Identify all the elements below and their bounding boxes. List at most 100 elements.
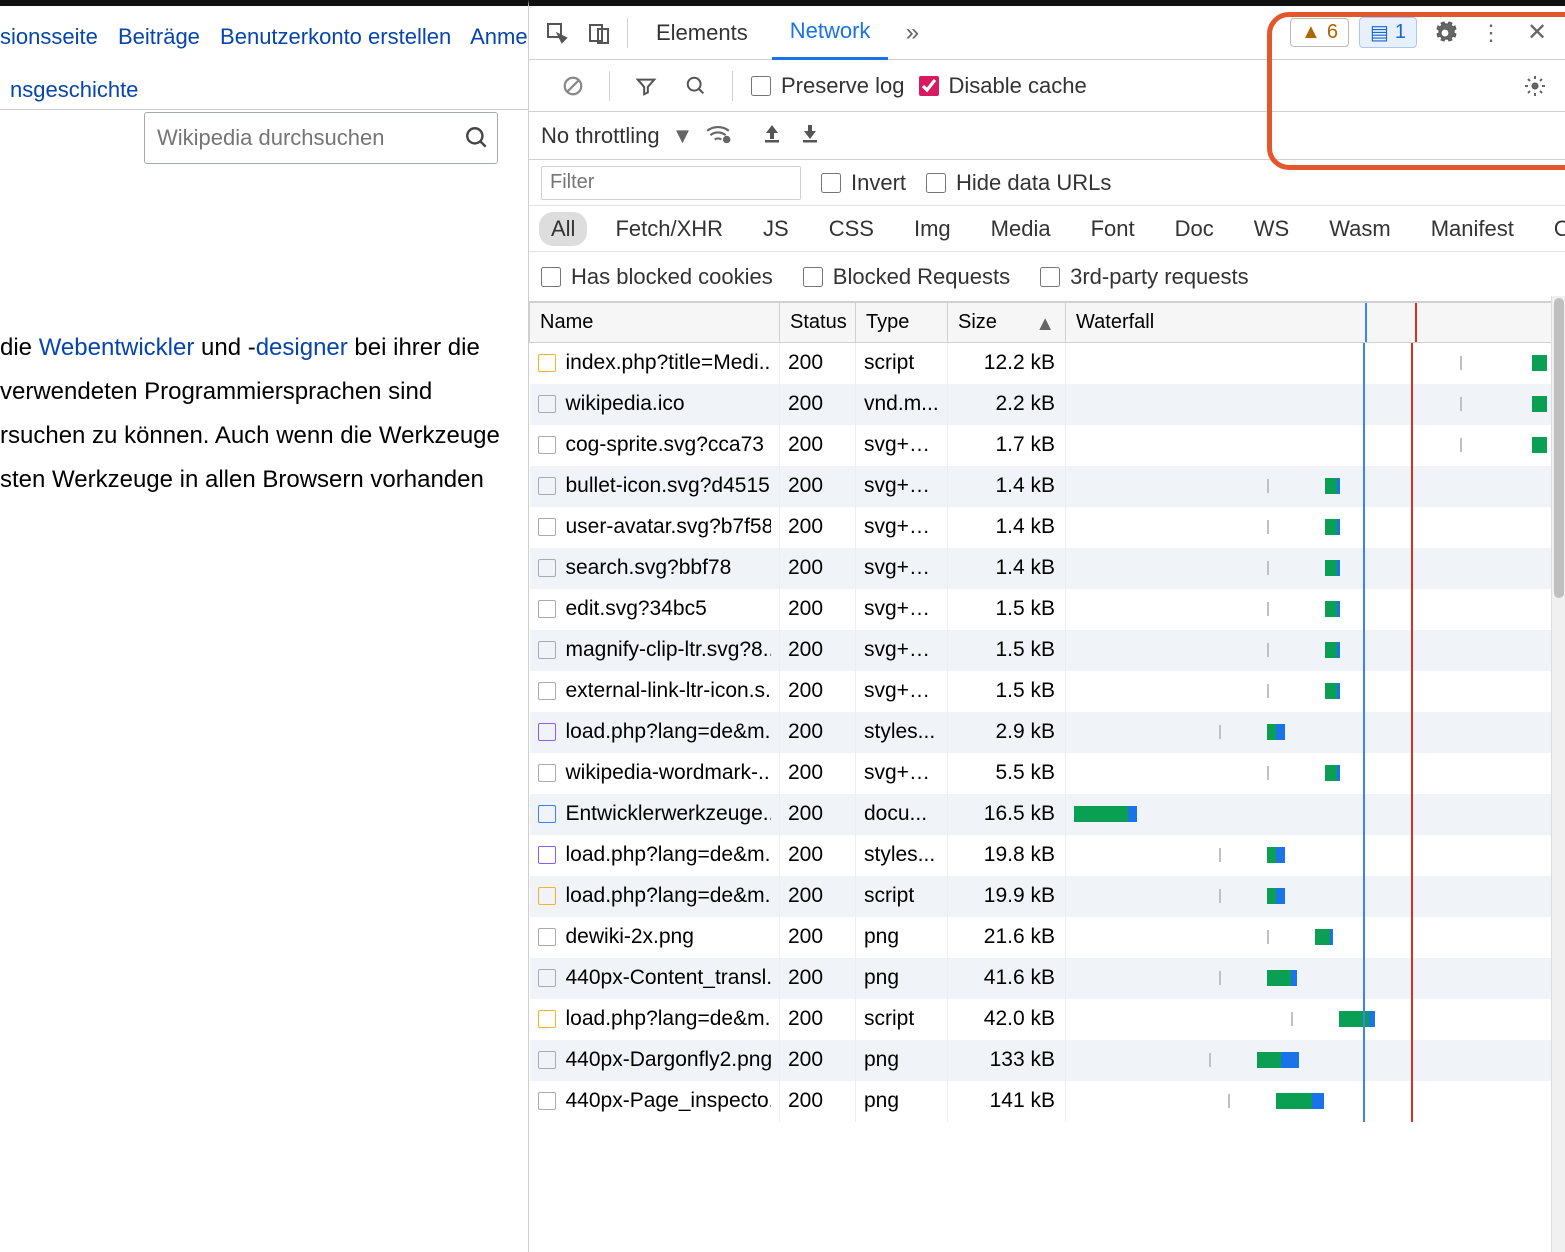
network-table[interactable]: Name Status Type Size▲ Waterfall index.p… (529, 302, 1565, 1252)
separator (732, 71, 733, 101)
table-row[interactable]: wikipedia-wordmark-...200svg+xml5.5 kB (530, 753, 1565, 794)
filter-all[interactable]: All (539, 212, 587, 246)
blocked-requests-checkbox[interactable]: Blocked Requests (803, 264, 1010, 290)
waterfall-cell (1074, 1081, 1556, 1122)
status-cell: 200 (780, 835, 856, 876)
table-row[interactable]: search.svg?bbf78200svg+xml1.4 kB (530, 548, 1565, 589)
tab-elements[interactable]: Elements (638, 6, 766, 60)
table-row[interactable]: load.php?lang=de&m...200script19.9 kB (530, 876, 1565, 917)
close-icon[interactable]: ✕ (1519, 15, 1555, 51)
network-settings-icon[interactable] (1517, 68, 1553, 104)
third-party-checkbox[interactable]: 3rd-party requests (1040, 264, 1249, 290)
filter-doc[interactable]: Doc (1163, 212, 1226, 246)
wiki-article-body: die Webentwickler und -designer bei ihre… (0, 326, 520, 502)
warnings-badge[interactable]: ▲6 (1290, 18, 1349, 47)
table-row[interactable]: load.php?lang=de&m...200script42.0 kB (530, 999, 1565, 1040)
table-row[interactable]: edit.svg?34bc5200svg+xml1.5 kB (530, 589, 1565, 630)
status-cell: 200 (780, 712, 856, 753)
search-network-icon[interactable] (678, 68, 714, 104)
filter-media[interactable]: Media (979, 212, 1063, 246)
col-name-header[interactable]: Name (530, 303, 780, 343)
invert-checkbox[interactable]: Invert (821, 170, 906, 196)
table-row[interactable]: dewiki-2x.png200png21.6 kB (530, 917, 1565, 958)
filter-fetch-xhr[interactable]: Fetch/XHR (603, 212, 735, 246)
kebab-menu-icon[interactable]: ⋮ (1473, 15, 1509, 51)
table-row[interactable]: 440px-Content_transl...200png41.6 kB (530, 958, 1565, 999)
col-size-header[interactable]: Size▲ (948, 303, 1066, 343)
device-toolbar-icon[interactable] (581, 15, 617, 51)
size-cell: 1.7 kB (948, 425, 1066, 466)
col-status-header[interactable]: Status (780, 303, 856, 343)
table-row[interactable]: load.php?lang=de&m...200styles...19.8 kB (530, 835, 1565, 876)
table-row[interactable]: 440px-Dargonfly2.png200png133 kB (530, 1040, 1565, 1081)
col-waterfall-header[interactable]: Waterfall (1066, 303, 1565, 343)
inspect-element-icon[interactable] (539, 15, 575, 51)
link-discussion[interactable]: sionsseite (0, 24, 98, 49)
search-input[interactable] (145, 125, 457, 151)
scrollbar-thumb[interactable] (1554, 298, 1564, 598)
table-row[interactable]: cog-sprite.svg?cca73200svg+xml1.7 kB (530, 425, 1565, 466)
file-type-icon (538, 928, 556, 946)
link-webentwickler[interactable]: Webentwickler (39, 334, 195, 361)
throttling-select[interactable]: No throttling (541, 123, 660, 149)
type-cell: svg+xml (856, 466, 948, 507)
table-row[interactable]: wikipedia.ico200vnd.m...2.2 kB (530, 384, 1565, 425)
filter-manifest[interactable]: Manifest (1419, 212, 1526, 246)
size-cell: 42.0 kB (948, 999, 1066, 1040)
col-type-header[interactable]: Type (856, 303, 948, 343)
link-designer[interactable]: designer (256, 334, 348, 361)
filter-img[interactable]: Img (902, 212, 963, 246)
network-conditions-icon[interactable] (705, 123, 731, 149)
waterfall-cell (1074, 548, 1556, 589)
scrollbar[interactable] (1551, 296, 1565, 1252)
download-har-icon[interactable] (801, 123, 819, 149)
file-type-icon (538, 600, 556, 618)
clear-button[interactable] (555, 68, 591, 104)
throttling-row: No throttling ▼ (529, 112, 1565, 160)
table-row[interactable]: external-link-ltr-icon.s...200svg+xml1.5… (530, 671, 1565, 712)
filter-css[interactable]: CSS (817, 212, 886, 246)
tab-network[interactable]: Network (772, 6, 889, 60)
more-tabs-icon[interactable]: » (894, 19, 930, 47)
table-row[interactable]: index.php?title=Medi...200script12.2 kB (530, 343, 1565, 384)
size-cell: 19.8 kB (948, 835, 1066, 876)
link-login[interactable]: Anmelden (470, 24, 528, 49)
status-cell: 200 (780, 753, 856, 794)
table-row[interactable]: bullet-icon.svg?d4515200svg+xml1.4 kB (530, 466, 1565, 507)
type-cell: svg+xml (856, 753, 948, 794)
table-row[interactable]: magnify-clip-ltr.svg?8...200svg+xml1.5 k… (530, 630, 1565, 671)
table-row[interactable]: load.php?lang=de&m...200styles...2.9 kB (530, 712, 1565, 753)
tab-history[interactable]: nsgeschichte (0, 71, 148, 109)
filter-icon[interactable] (628, 68, 664, 104)
link-create-account[interactable]: Benutzerkonto erstellen (220, 24, 451, 49)
request-name: load.php?lang=de&m... (566, 843, 772, 867)
link-contributions[interactable]: Beiträge (118, 24, 200, 49)
preserve-log-checkbox[interactable]: Preserve log (751, 73, 905, 99)
hide-data-urls-checkbox[interactable]: Hide data URLs (926, 170, 1111, 196)
wiki-search-box[interactable] (144, 112, 498, 164)
size-cell: 12.2 kB (948, 343, 1066, 384)
messages-badge[interactable]: ▤1 (1359, 17, 1417, 48)
waterfall-cell (1074, 753, 1556, 794)
request-name: search.svg?bbf78 (566, 556, 732, 580)
dropdown-caret-icon[interactable]: ▼ (672, 123, 694, 149)
request-name: wikipedia.ico (566, 392, 685, 416)
disable-cache-checkbox[interactable]: Disable cache (919, 73, 1087, 99)
blocked-cookies-checkbox[interactable]: Has blocked cookies (541, 264, 773, 290)
request-name: bullet-icon.svg?d4515 (566, 474, 770, 498)
table-row[interactable]: 440px-Page_inspecto...200png141 kB (530, 1081, 1565, 1122)
settings-gear-icon[interactable] (1427, 15, 1463, 51)
table-row[interactable]: Entwicklerwerkzeuge...200docu...16.5 kB (530, 794, 1565, 835)
request-name: index.php?title=Medi... (566, 351, 772, 375)
table-row[interactable]: user-avatar.svg?b7f58200svg+xml1.4 kB (530, 507, 1565, 548)
waterfall-cell (1074, 876, 1556, 917)
status-cell: 200 (780, 384, 856, 425)
filter-input[interactable] (541, 166, 801, 200)
filter-js[interactable]: JS (751, 212, 801, 246)
filter-wasm[interactable]: Wasm (1317, 212, 1403, 246)
upload-har-icon[interactable] (763, 123, 781, 149)
filter-font[interactable]: Font (1079, 212, 1147, 246)
filter-ws[interactable]: WS (1242, 212, 1301, 246)
filter-other[interactable]: Oth (1542, 212, 1565, 246)
search-icon[interactable] (457, 125, 497, 151)
